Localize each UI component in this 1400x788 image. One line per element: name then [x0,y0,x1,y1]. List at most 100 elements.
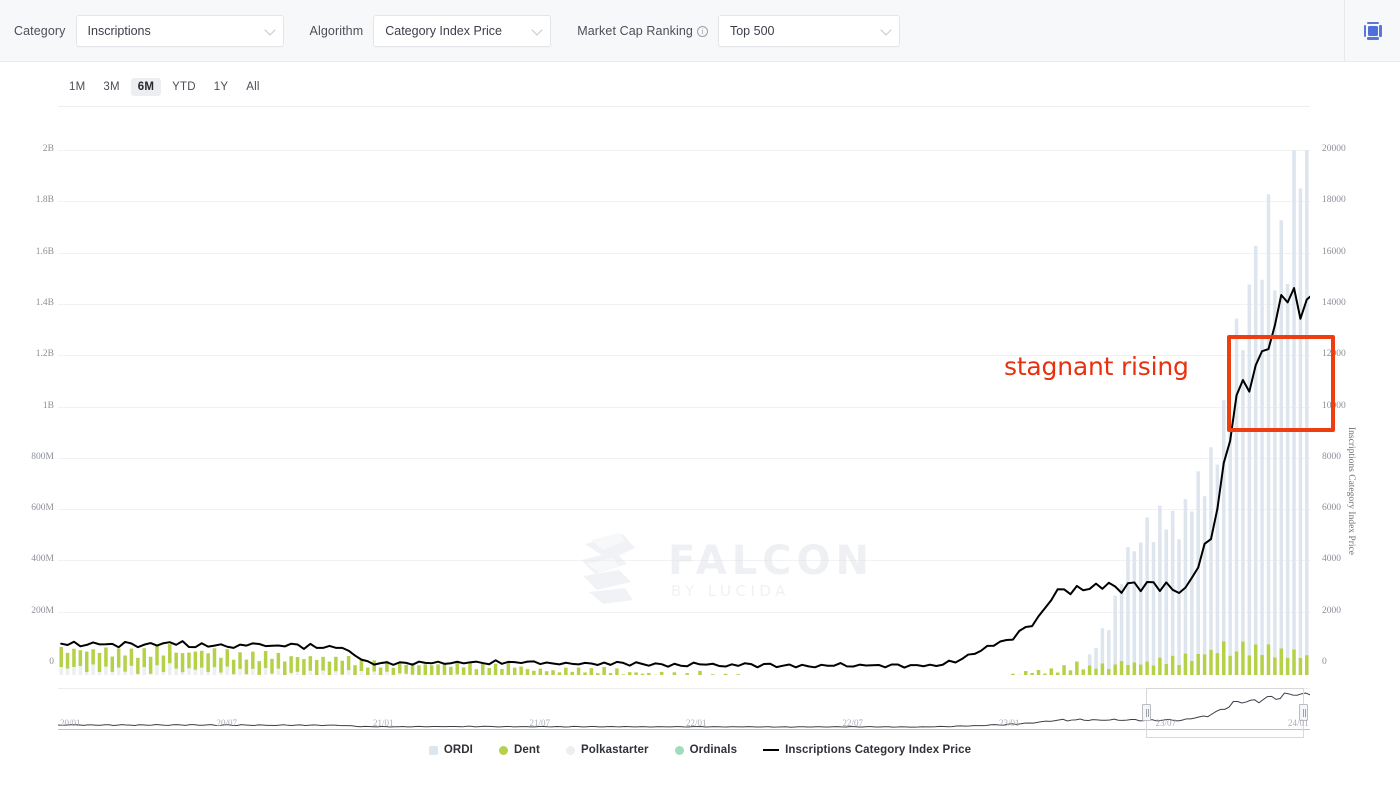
bar-segment [481,662,485,675]
bar-segment [659,671,664,675]
chart-navigator[interactable]: 20/01 20/07 21/01 21/07 22/01 22/07 23/01 23/07… [58,688,1310,738]
range-button-all[interactable]: All [239,78,266,96]
legend-item-inscriptions-category-index-price[interactable]: Inscriptions Category Index Price [763,744,971,756]
y-axis-left-tick: 400M [31,554,54,565]
x-axis-tick: 20/01 [60,718,81,728]
bar-segment [1087,654,1092,666]
bar-segment [295,671,300,675]
range-button-3m[interactable]: 3M [96,78,126,96]
bar-segment [238,652,242,669]
bar-segment [1011,673,1015,675]
bar-segment [180,653,185,673]
bar-segment [110,656,115,672]
chart-widget-icon[interactable] [1363,21,1383,41]
x-axis-tick: 21/07 [529,718,551,728]
range-button-6m[interactable]: 6M [130,78,162,96]
range-button-1y[interactable]: 1Y [207,78,235,96]
bar-segment [104,666,108,675]
bar-segment [423,664,428,675]
bar-segment [1177,539,1181,665]
market-cap-ranking-select[interactable]: Top 500 [717,14,900,47]
bar-segment [353,665,357,675]
category-select[interactable]: Inscriptions [75,14,284,47]
bar-segment [1279,648,1284,675]
bar-segment [1241,350,1245,642]
bar-segment [1228,655,1232,675]
bar-segment [1170,655,1175,675]
bar-segment [1209,649,1213,675]
bar-segment [1222,400,1226,642]
bar-segment [672,672,677,675]
bar-segment [1094,648,1098,669]
bar-segment [1292,649,1296,675]
range-button-ytd[interactable]: YTD [165,78,203,96]
algorithm-select[interactable]: Category Index Price [373,14,552,47]
bar-segment [474,669,479,675]
falcon-chart-page: Category Inscriptions Algorithm Category… [0,0,1400,788]
bar-segment [1266,644,1271,675]
bar-segment [525,669,530,675]
x-axis-tick: 20/07 [216,718,238,728]
bar-segment [136,673,140,675]
range-button-1m[interactable]: 1M [62,78,92,96]
y-axis-right-tick: 18000 [1322,195,1346,206]
bar-segment [244,674,249,675]
y-axis-right-tick: 8000 [1322,451,1341,462]
bar-segment [72,667,76,675]
bar-segment [238,668,242,675]
bar-segment [1196,653,1200,675]
legend-item-dent[interactable]: Dent [498,744,540,756]
info-icon[interactable]: i [696,25,708,37]
navigator-selection-window[interactable] [1146,688,1304,738]
y-axis-right-tick: 0 [1322,657,1327,667]
bar-segment [627,672,632,675]
legend-item-ordinals[interactable]: Ordinals [674,744,737,756]
x-axis-tick: 22/07 [842,718,864,728]
plot-area[interactable] [58,150,1310,675]
filter-market-cap-ranking: Market Cap Ranking i Top 500 [577,14,900,47]
legend-item-ordi[interactable]: ORDI [428,744,473,756]
x-axis-tick: 21/01 [373,718,394,728]
bar-segment [1202,654,1207,675]
bar-segment [142,648,146,668]
bar-segment [276,668,281,675]
bar-segment [1273,657,1277,675]
bar-segment [206,672,210,675]
toolbar-right-actions [1344,0,1400,61]
bar-segment [1190,511,1194,661]
filter-algorithm: Algorithm Category Index Price [310,14,552,47]
bar-segment [372,660,376,672]
bar-segment [647,672,651,675]
legend-color-swatch [674,745,684,755]
bar-segment [283,661,287,675]
bar-segment [429,665,434,675]
bar-segment [91,664,95,675]
bar-segment [225,649,230,667]
bar-segment [1158,657,1162,675]
y-axis-left-tick: 200M [31,605,54,616]
filter-toolbar: Category Inscriptions Algorithm Category… [0,0,1400,62]
bar-segment [1100,663,1105,675]
bar-segment [512,667,517,675]
bar-segment [187,668,191,675]
legend-item-polkastarter[interactable]: Polkastarter [565,744,649,756]
bar-segment [1126,547,1130,665]
bar-segment [487,668,491,675]
bar-segment [1081,669,1085,675]
bar-segment [615,668,619,675]
filter-category: Category Inscriptions [14,14,284,47]
y-axis-left-tick: 2B [42,144,54,154]
bar-segment [596,673,600,675]
bar-segment [1285,283,1290,658]
bar-segment [519,666,523,675]
bar-segment [1158,505,1162,658]
bar-segment [1190,660,1194,675]
bar-segment [346,670,351,675]
bar-segment [385,671,389,675]
filter-group-container: Category Inscriptions Algorithm Category… [0,14,926,47]
bar-segment [506,662,511,675]
navigator-handle-left[interactable] [1142,704,1151,721]
bar-segment [206,653,210,673]
bar-segment [532,670,536,675]
bar-segment [1305,150,1309,656]
